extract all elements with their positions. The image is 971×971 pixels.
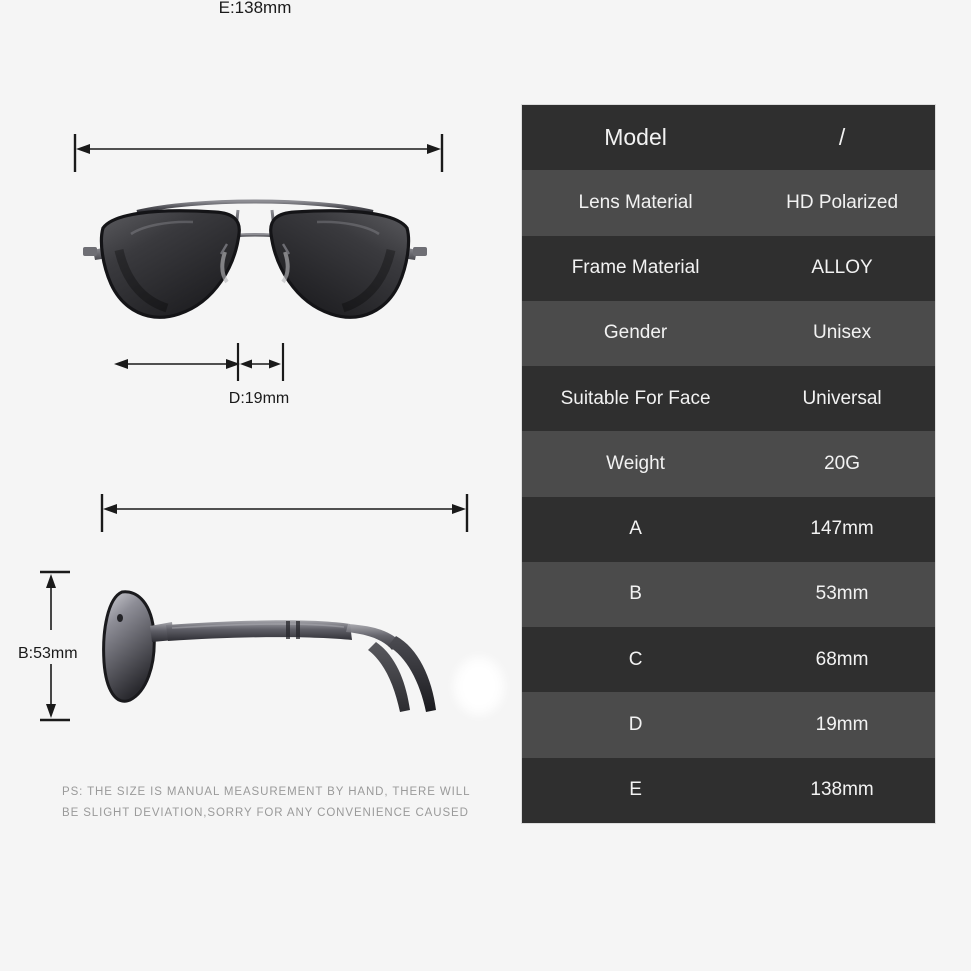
dimension-label-d: D:19mm [228, 390, 290, 407]
spec-key: A [629, 518, 642, 540]
spec-key: Suitable For Face [560, 387, 711, 409]
lens-flare-glow [452, 655, 506, 717]
spec-key: Gender [603, 322, 668, 344]
spec-value: Universal [802, 387, 882, 409]
dimension-arrow-c [114, 359, 240, 369]
spec-key: D [628, 714, 643, 736]
spec-value: 68mm [815, 648, 869, 670]
dimension-arrow-d [236, 343, 285, 381]
table-row: A 147mm [522, 496, 935, 562]
product-spec-page: A:147mm [0, 0, 971, 971]
spec-value: 20G [824, 452, 861, 474]
table-row: B 53mm [522, 561, 935, 628]
spec-key: Weight [606, 452, 665, 474]
spec-value: / [838, 124, 846, 151]
dimension-label-b: B:53mm [18, 645, 78, 662]
dimension-label-e: E:138mm [211, 0, 299, 18]
dimension-arrow-e [100, 494, 469, 532]
disclaimer-line-1: PS: THE SIZE IS MANUAL MEASUREMENT BY HA… [62, 786, 471, 798]
illustration-column: A:147mm [0, 0, 510, 971]
spec-key: Model [604, 124, 667, 151]
disclaimer-line-2: BE SLIGHT DEVIATION,SORRY FOR ANY CONVEN… [62, 807, 469, 819]
specification-table: Model / Lens Material HD Polarized Frame… [522, 105, 935, 823]
dimension-arrow-a [73, 134, 444, 172]
table-row: Lens Material HD Polarized [522, 170, 935, 236]
spec-key: C [628, 648, 643, 670]
spec-key: Lens Material [578, 191, 693, 213]
table-row: Gender Unisex [522, 300, 935, 367]
table-row: Frame Material ALLOY [522, 235, 935, 301]
table-row: D 19mm [522, 692, 935, 758]
measurement-disclaimer: PS: THE SIZE IS MANUAL MEASUREMENT BY HA… [62, 782, 470, 824]
spec-value: 19mm [815, 714, 869, 736]
spec-value: 147mm [810, 518, 874, 540]
sunglasses-side-profile [102, 590, 436, 712]
table-row: C 68mm [522, 627, 935, 693]
sunglasses-front-view [83, 199, 427, 319]
table-row: Weight 20G [522, 431, 935, 497]
spec-value: 138mm [810, 779, 874, 801]
spec-value: HD Polarized [786, 191, 899, 213]
spec-value: 53mm [815, 583, 869, 605]
spec-value: ALLOY [811, 257, 873, 279]
table-row: E 138mm [522, 757, 935, 823]
spec-key: B [629, 583, 642, 605]
spec-key: E [629, 779, 642, 801]
spec-key: Frame Material [571, 257, 700, 279]
table-row: Suitable For Face Universal [522, 366, 935, 432]
table-row: Model / [522, 105, 935, 171]
spec-value: Unisex [813, 322, 872, 344]
